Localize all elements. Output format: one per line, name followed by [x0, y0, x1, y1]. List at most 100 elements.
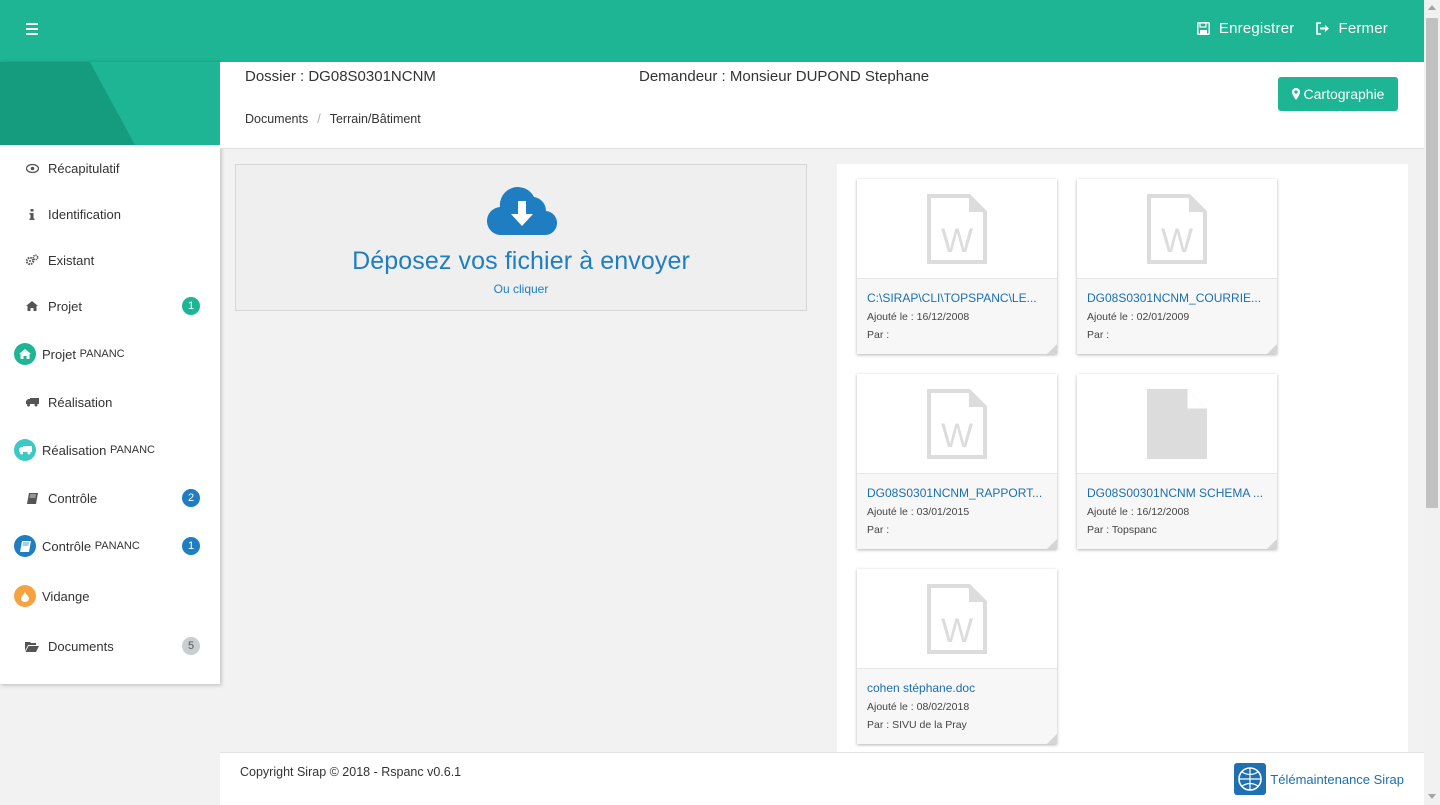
svg-text:W: W — [941, 417, 973, 455]
sidebar-item-label: Contrôle — [42, 538, 92, 554]
cartographie-button[interactable]: Cartographie — [1278, 77, 1398, 111]
file-name[interactable]: cohen stéphane.doc — [867, 681, 1047, 695]
truck-icon — [25, 395, 39, 409]
sidebar-item-identification[interactable]: Identification — [0, 191, 220, 237]
word-file-icon: W — [1147, 194, 1207, 264]
file-name[interactable]: DG08S00301NCNM SCHEMA ... — [1087, 486, 1267, 500]
sidebar-item-label: Réalisation — [42, 442, 107, 458]
file-author: Par : — [867, 524, 890, 536]
svg-text:W: W — [1161, 222, 1193, 260]
sidebar-item-label: Identification — [48, 206, 121, 222]
file-name[interactable]: C:\SIRAP\CLI\TOPSPANC\LE... — [867, 291, 1047, 305]
scroll-down-arrow-icon[interactable] — [1428, 794, 1436, 799]
file-name[interactable]: DG08S0301NCNM_RAPPORT... — [867, 486, 1047, 500]
count-badge: 1 — [182, 537, 200, 555]
sidebar-item-projet-panance[interactable]: Projet PANANC — [0, 329, 220, 379]
svg-text:W: W — [941, 612, 973, 650]
file-card[interactable]: W DG08S0301NCNM_COURRIE... Ajouté le : 0… — [1077, 179, 1277, 354]
home-circle-icon — [14, 343, 36, 365]
file-name[interactable]: DG08S0301NCNM_COURRIE... — [1087, 291, 1267, 305]
save-label: Enregistrer — [1218, 20, 1295, 37]
count-badge: 5 — [182, 637, 200, 655]
sidebar-item-label: Existant — [48, 252, 95, 268]
book-circle-icon — [14, 535, 36, 557]
sidebar-nav: Récapitulatif Identification Existant Pr… — [0, 145, 220, 671]
home-icon — [25, 299, 39, 313]
card-corner — [1267, 539, 1277, 549]
sidebar-item-existant[interactable]: Existant — [0, 237, 220, 283]
save-button[interactable]: Enregistrer — [1196, 20, 1295, 37]
file-thumbnail: W — [857, 569, 1057, 669]
count-badge: 2 — [182, 489, 200, 507]
sidebar-item-suffix: PANANC — [94, 540, 140, 552]
file-date: Ajouté le : 03/01/2015 — [867, 506, 970, 518]
svg-text:W: W — [941, 222, 973, 260]
footer: Copyright Sirap © 2018 - Rspanc v0.6.1 T… — [220, 752, 1424, 805]
gears-icon — [25, 253, 39, 267]
cartographie-label: Cartographie — [1303, 86, 1385, 102]
dossier-title: Dossier : DG08S0301NCNM — [245, 68, 436, 85]
folder-open-icon — [25, 639, 39, 653]
file-author: Par : Topspanc — [1087, 524, 1157, 536]
truck-circle-icon — [14, 439, 36, 461]
file-dropzone[interactable]: Déposez vos fichier à envoyer Ou cliquer — [235, 164, 807, 311]
generic-file-icon — [1147, 389, 1207, 459]
file-author: Par : — [867, 329, 890, 341]
file-card[interactable]: W cohen stéphane.doc Ajouté le : 08/02/2… — [857, 569, 1057, 744]
sidebar-item-suffix: PANANC — [109, 444, 155, 456]
count-badge: 1 — [182, 297, 200, 315]
file-card[interactable]: W DG08S0301NCNM_RAPPORT... Ajouté le : 0… — [857, 374, 1057, 549]
sidebar-item-realisation-panance[interactable]: Réalisation PANANC — [0, 425, 220, 475]
sidebar-item-recapitulatif[interactable]: Récapitulatif — [0, 145, 220, 191]
page-header: Dossier : DG08S0301NCNM Demandeur : Mons… — [220, 62, 1424, 149]
file-thumbnail: W — [857, 374, 1057, 474]
dropzone-subtitle[interactable]: Ou cliquer — [236, 282, 806, 296]
info-icon — [25, 207, 39, 221]
file-date: Ajouté le : 08/02/2018 — [867, 701, 970, 713]
copyright-text: Copyright Sirap © 2018 - Rspanc v0.6.1 — [240, 765, 462, 779]
sidebar-item-projet[interactable]: Projet 1 — [0, 283, 220, 329]
drop-circle-icon — [14, 585, 36, 607]
sidebar-item-documents[interactable]: Documents 5 — [0, 621, 220, 671]
sidebar-item-controle[interactable]: Contrôle 2 — [0, 475, 220, 521]
demandeur-title: Demandeur : Monsieur DUPOND Stephane — [639, 68, 930, 85]
dropzone-title: Déposez vos fichier à envoyer — [352, 247, 690, 275]
top-bar: Enregistrer Fermer — [0, 0, 1424, 62]
scroll-up-arrow-icon[interactable] — [1428, 5, 1436, 10]
file-thumbnail — [1077, 374, 1277, 474]
telemaintenance-link[interactable]: Télémaintenance Sirap — [1234, 763, 1404, 795]
telemaintenance-label: Télémaintenance Sirap — [1270, 771, 1404, 787]
hamburger-icon[interactable] — [26, 23, 40, 37]
card-corner — [1047, 734, 1057, 744]
map-marker-icon — [1291, 88, 1300, 100]
sidebar-item-realisation[interactable]: Réalisation — [0, 379, 220, 425]
floppy-icon — [1196, 21, 1211, 36]
sidebar-item-label: Documents — [48, 638, 114, 654]
card-corner — [1047, 539, 1057, 549]
card-corner — [1267, 344, 1277, 354]
file-card[interactable]: W C:\SIRAP\CLI\TOPSPANC\LE... Ajouté le … — [857, 179, 1057, 354]
file-card[interactable]: DG08S00301NCNM SCHEMA ... Ajouté le : 16… — [1077, 374, 1277, 549]
close-button[interactable]: Fermer — [1316, 20, 1388, 37]
scrollbar-thumb[interactable] — [1426, 18, 1438, 508]
card-corner — [1047, 344, 1057, 354]
cloud-download-icon — [486, 183, 558, 242]
sidebar-item-vidange[interactable]: Vidange — [0, 571, 220, 621]
word-file-icon: W — [927, 389, 987, 459]
page-scrollbar[interactable] — [1424, 0, 1440, 805]
breadcrumb-item[interactable]: Documents — [245, 112, 308, 126]
eye-icon — [25, 161, 39, 175]
sign-out-icon — [1316, 21, 1330, 36]
sidebar-item-label: Projet — [42, 346, 76, 362]
breadcrumb: Documents / Terrain/Bâtiment — [245, 112, 421, 126]
sidebar-item-suffix: PANANC — [79, 348, 125, 360]
sidebar-banner — [0, 62, 220, 145]
file-thumbnail: W — [1077, 179, 1277, 279]
sidebar-item-label: Vidange — [42, 588, 90, 604]
files-panel: W C:\SIRAP\CLI\TOPSPANC\LE... Ajouté le … — [837, 164, 1408, 764]
sidebar-item-controle-panance[interactable]: Contrôle PANANC 1 — [0, 521, 220, 571]
sidebar-item-label: Contrôle — [48, 490, 98, 506]
sidebar-item-label: Projet — [48, 298, 82, 314]
file-author: Par : — [1087, 329, 1110, 341]
file-date: Ajouté le : 02/01/2009 — [1087, 311, 1190, 323]
